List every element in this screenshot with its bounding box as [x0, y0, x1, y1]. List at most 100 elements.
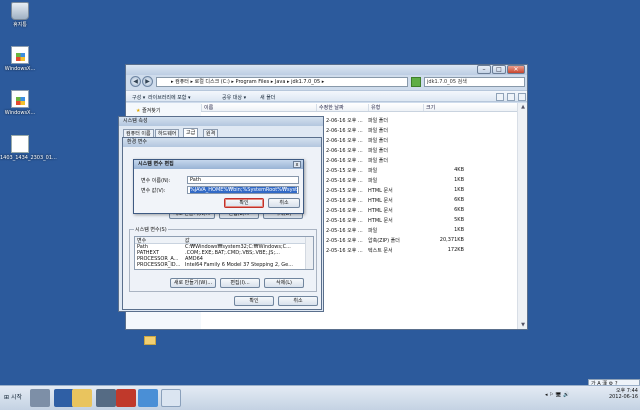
share-with-menu[interactable]: 공유 대상 ▾ [222, 94, 246, 101]
edit-system-variable-dialog: 시스템 변수 편집 x 변수 이름(N): Path 변수 값(V): %JAV… [133, 159, 304, 214]
file-type: HTML 문서 [368, 198, 393, 204]
tray-icons[interactable]: ◂ ⚐ 🖥 🔊 [545, 392, 569, 398]
list-item[interactable]: 2-05-16 오후 ... HTML 문서 6KB [326, 206, 516, 215]
vertical-scrollbar[interactable]: ▲ ▼ [517, 103, 527, 329]
list-item[interactable]: 2-05-16 오후 ... 파일 1KB [326, 176, 516, 185]
system-variables-label: 시스템 변수(S) [134, 226, 168, 233]
desktop-icon-label: 휴지통 [13, 22, 27, 28]
windows-logo-icon: ⊞ [4, 394, 10, 401]
address-bar[interactable]: ▸ 컴퓨터 ▸ 로컬 디스크 (C:) ▸ Program Files ▸ Ja… [156, 77, 408, 87]
desktop-icon-windows-image-2[interactable]: WindowsX... [0, 90, 40, 116]
cancel-button[interactable]: 취소 [268, 198, 300, 208]
list-item[interactable]: 2-05-16 오후 ... HTML 문서 5KB [326, 216, 516, 225]
ok-button[interactable]: 확인 [234, 296, 274, 306]
file-type: HTML 문서 [368, 208, 393, 214]
column-name[interactable]: 이름 [201, 104, 316, 111]
desktop-icon-recycle-bin[interactable]: 휴지통 [0, 2, 40, 28]
column-type[interactable]: 유형 [368, 104, 423, 111]
taskbar-app-system[interactable] [161, 389, 181, 407]
file-date: 2-06-16 오후 ... [326, 118, 363, 124]
list-item[interactable]: 2-05-16 오후 ... HTML 문서 6KB [326, 196, 516, 205]
variable-name-field[interactable]: Path [187, 176, 299, 184]
folder-icon [144, 336, 156, 345]
file-type: 파일 폴더 [368, 118, 388, 124]
column-value[interactable]: 값 [185, 237, 190, 244]
favorites-label: 즐겨찾기 [142, 108, 161, 114]
file-date: 2-06-16 오후 ... [326, 158, 363, 164]
desktop-icon-label: WindowsX... [4, 66, 36, 72]
list-item[interactable]: 2-05-16 오후 ... 파일 1KB [326, 226, 516, 235]
ok-button[interactable]: 확인 [224, 198, 264, 208]
file-type: 압축(ZIP) 폴더 [368, 238, 400, 244]
file-date: 2-06-16 오후 ... [326, 128, 363, 134]
favorites-item[interactable]: ★ 즐겨찾기 [136, 107, 160, 114]
file-type: HTML 문서 [368, 188, 393, 194]
variable-value: Intel64 Family 6 Model 37 Stepping 2, Ge… [185, 262, 293, 268]
variable-name: PROCESSOR_ID... [137, 262, 181, 268]
desktop-icon-document[interactable]: 1403_1434_2303_01... [0, 135, 57, 161]
list-item[interactable]: 2-06-16 오후 ... 파일 폴더 [326, 116, 516, 125]
column-size[interactable]: 크기 [423, 104, 463, 111]
list-item[interactable]: 2-05-15 오후 ... 파일 4KB [326, 166, 516, 175]
scroll-up-icon[interactable]: ▲ [519, 103, 527, 111]
system-variables-list[interactable]: 변수 값 Path C:₩Windows₩system32;C:₩Windows… [134, 236, 314, 270]
file-date: 2-05-16 오후 ... [326, 208, 363, 214]
minimize-button[interactable]: – [477, 65, 491, 74]
taskbar-app-media[interactable] [96, 389, 116, 407]
taskbar-app-explorer[interactable] [72, 389, 92, 407]
taskbar-app-powershell[interactable] [54, 389, 74, 407]
maximize-button[interactable]: □ [492, 65, 506, 74]
taskbar-app-network[interactable] [138, 389, 158, 407]
search-input[interactable]: jdk1.7.0_05 검색 [424, 77, 525, 87]
list-item[interactable]: 2-05-16 오후 ... 텍스트 문서 172KB [326, 246, 516, 255]
windows-image-icon [11, 90, 29, 108]
forward-button[interactable]: ▶ [142, 76, 153, 87]
include-in-library-menu[interactable]: 라이브러리에 포함 ▾ [148, 94, 191, 101]
search-placeholder: jdk1.7.0_05 검색 [427, 79, 467, 85]
table-row[interactable]: PROCESSOR_ID... Intel64 Family 6 Model 3… [135, 262, 305, 268]
system-edit-button[interactable]: 편집(I)... [220, 278, 260, 288]
system-variables-header: 변수 값 [135, 237, 305, 244]
taskbar-app-server-manager[interactable] [30, 389, 50, 407]
list-item[interactable]: 2-05-15 오후 ... HTML 문서 1KB [326, 186, 516, 195]
file-type: 파일 폴더 [368, 158, 388, 164]
list-item[interactable]: 2-06-16 오후 ... 파일 폴더 [326, 136, 516, 145]
start-button[interactable]: ⊞ 시작 [1, 389, 25, 407]
column-variable[interactable]: 변수 [137, 237, 146, 244]
breadcrumb: ▸ 컴퓨터 ▸ 로컬 디스크 (C:) ▸ Program Files ▸ Ja… [171, 79, 325, 85]
scroll-down-icon[interactable]: ▼ [519, 321, 527, 329]
variable-value-field[interactable]: %JAVA_HOME%₩bin;%SystemRoot%₩syst [187, 186, 299, 194]
file-size: 4KB [454, 167, 464, 173]
variable-value-label: 변수 값(V): [141, 188, 166, 194]
system-variables-scrollbar[interactable] [305, 237, 313, 269]
refresh-button[interactable] [411, 77, 421, 87]
explorer-titlebar[interactable] [126, 65, 527, 75]
system-properties-title[interactable]: 시스템 속성 [119, 117, 323, 126]
file-size: 1KB [454, 187, 464, 193]
environment-variables-title[interactable]: 환경 변수 [123, 138, 321, 147]
help-button[interactable] [518, 93, 526, 101]
command-bar: 구성 ▾ 라이브러리에 포함 ▾ 공유 대상 ▾ 새 폴더 [126, 90, 527, 102]
view-options-button[interactable] [496, 93, 504, 101]
clock-date: 2012-06-16 [608, 394, 638, 400]
list-item[interactable]: 2-06-16 오후 ... 파일 폴더 [326, 146, 516, 155]
preview-pane-button[interactable] [507, 93, 515, 101]
taskbar-app-tool[interactable] [116, 389, 136, 407]
clock[interactable]: 오후 7:44 2012-06-16 [609, 388, 638, 400]
close-button[interactable]: x [293, 161, 301, 168]
column-modified[interactable]: 수정한 날짜 [316, 104, 368, 111]
close-button[interactable]: ✕ [507, 65, 525, 74]
list-item[interactable]: 2-06-16 오후 ... 파일 폴더 [326, 126, 516, 135]
organize-menu[interactable]: 구성 ▾ [132, 94, 145, 101]
system-delete-button[interactable]: 삭제(L) [264, 278, 304, 288]
edit-variable-title[interactable]: 시스템 변수 편집 [134, 160, 303, 169]
file-size: 1KB [454, 227, 464, 233]
list-item[interactable]: 2-05-16 오후 ... 압축(ZIP) 폴더 20,371KB [326, 236, 516, 245]
new-folder-button[interactable]: 새 폴더 [260, 94, 275, 101]
back-button[interactable]: ◀ [130, 76, 141, 87]
file-size: 6KB [454, 207, 464, 213]
list-item[interactable]: 2-06-16 오후 ... 파일 폴더 [326, 156, 516, 165]
cancel-button[interactable]: 취소 [278, 296, 318, 306]
desktop-icon-windows-image-1[interactable]: WindowsX... [0, 46, 40, 72]
system-new-button[interactable]: 새로 만들기(W)... [170, 278, 216, 288]
